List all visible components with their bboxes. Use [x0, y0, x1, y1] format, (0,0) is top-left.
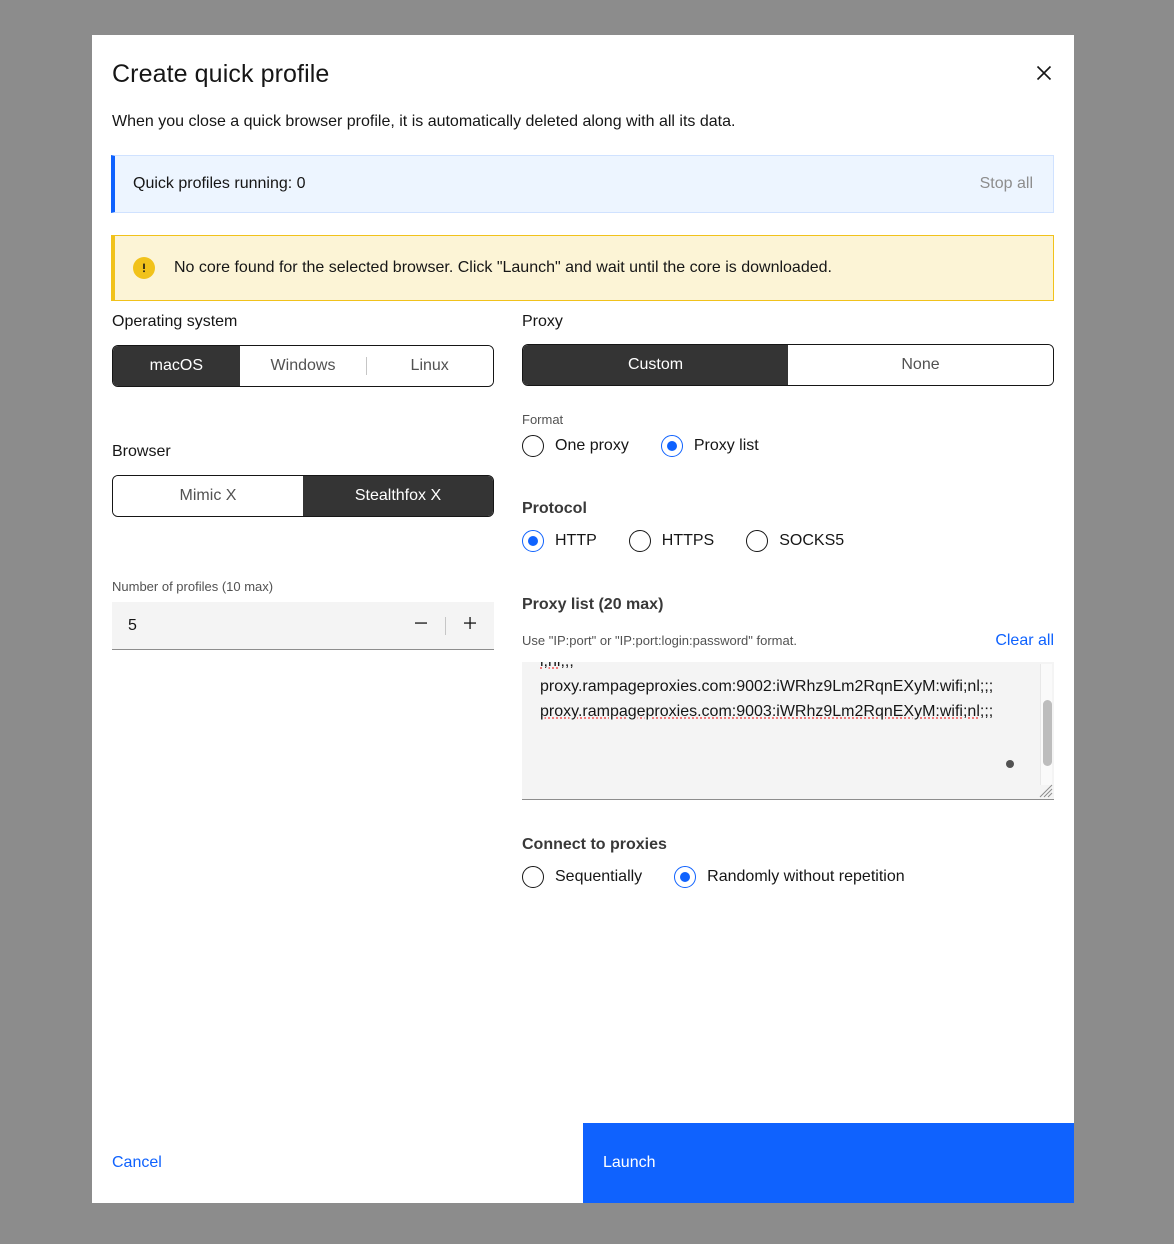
proxy-option-none[interactable]: None: [788, 345, 1053, 385]
protocol-option-http-label: HTTP: [555, 532, 597, 549]
protocol-option-socks5-label: SOCKS5: [779, 532, 845, 549]
clear-all-button[interactable]: Clear all: [995, 632, 1054, 650]
radio-circle-icon: [522, 866, 544, 888]
radio-circle-icon: [628, 530, 651, 552]
os-option-windows[interactable]: Windows: [239, 346, 367, 386]
browser-segmented-control[interactable]: Mimic X Stealthfox X: [112, 475, 494, 517]
right-settings-column: Proxy Custom None Format One proxy Proxy…: [522, 313, 1054, 888]
proxy-list-line: proxy.rampageproxies.com:9002:iWRhz9Lm2R…: [540, 678, 994, 695]
protocol-option-https-label: HTTPS: [661, 532, 715, 549]
no-core-warning-banner: No core found for the selected browser. …: [111, 235, 1054, 301]
operating-system-label: Operating system: [112, 313, 238, 330]
protocol-radio-group[interactable]: HTTP HTTPS SOCKS5: [522, 530, 1054, 552]
os-option-macos[interactable]: macOS: [113, 346, 240, 386]
decrement-button[interactable]: [397, 602, 445, 650]
browser-label: Browser: [112, 443, 171, 460]
protocol-option-socks5[interactable]: SOCKS5: [746, 530, 844, 552]
format-radio-group[interactable]: One proxy Proxy list: [522, 435, 1054, 457]
close-button[interactable]: [1024, 53, 1064, 93]
browser-option-mimic-x[interactable]: Mimic X: [113, 476, 303, 516]
page-title: Create quick profile: [112, 60, 330, 88]
left-settings-column: Operating system macOS Windows Linux Bro…: [112, 313, 494, 650]
connect-option-randomly-label: Randomly without repetition: [707, 868, 905, 885]
stop-all-button[interactable]: Stop all: [980, 175, 1033, 193]
warning-filled-icon: [133, 257, 155, 279]
protocol-label: Protocol: [522, 500, 587, 517]
proxy-list-textarea[interactable]: i;nl;;; proxy.rampageproxies.com:9002:iWR…: [522, 662, 1054, 800]
textarea-scrollbar[interactable]: [1040, 664, 1052, 785]
proxy-list-textarea-content[interactable]: i;nl;;; proxy.rampageproxies.com:9002:iWR…: [540, 662, 1024, 724]
proxy-list-line: i;nl;;;: [540, 662, 574, 670]
cancel-button[interactable]: Cancel: [112, 1123, 603, 1203]
browser-option-stealthfox-x[interactable]: Stealthfox X: [303, 476, 493, 516]
proxy-option-custom[interactable]: Custom: [523, 345, 788, 385]
format-option-proxy-list-label: Proxy list: [693, 437, 759, 454]
proxy-list-line: proxy.rampageproxies.com:9003:iWRhz9Lm2R…: [540, 703, 994, 720]
proxy-list-hint: Use "IP:port" or "IP:port:login:password…: [522, 633, 797, 648]
radio-circle-selected-icon: [522, 530, 544, 552]
proxy-list-label: Proxy list (20 max): [522, 596, 664, 613]
format-label: Format: [522, 412, 564, 427]
connect-option-sequentially[interactable]: Sequentially: [522, 866, 642, 888]
launch-button[interactable]: Launch: [583, 1123, 1074, 1203]
create-quick-profile-dialog: Create quick profile When you close a qu…: [92, 35, 1074, 1203]
minus-icon: [413, 615, 429, 636]
number-of-profiles-label: Number of profiles (10 max): [112, 579, 274, 594]
number-of-profiles-value[interactable]: 5: [112, 617, 397, 635]
proxy-label: Proxy: [522, 313, 563, 330]
close-icon: [1035, 64, 1053, 82]
radio-circle-icon: [522, 435, 544, 457]
radio-circle-selected-icon: [674, 866, 697, 888]
connect-option-randomly[interactable]: Randomly without repetition: [674, 866, 905, 888]
format-option-proxy-list[interactable]: Proxy list: [660, 435, 759, 457]
protocol-option-http[interactable]: HTTP: [522, 530, 597, 552]
dialog-description: When you close a quick browser profile, …: [112, 113, 736, 130]
os-option-linux[interactable]: Linux: [366, 346, 493, 386]
number-of-profiles-stepper[interactable]: 5: [112, 602, 494, 650]
textarea-scrollbar-thumb[interactable]: [1043, 700, 1052, 766]
connect-option-sequentially-label: Sequentially: [555, 868, 643, 885]
resize-grip-icon[interactable]: [1039, 784, 1053, 798]
quick-profiles-running-text: Quick profiles running: 0: [133, 175, 306, 192]
protocol-option-https[interactable]: HTTPS: [628, 530, 715, 552]
plus-icon: [462, 615, 478, 636]
proxy-list-header: Use "IP:port" or "IP:port:login:password…: [522, 632, 1054, 650]
format-option-one-proxy-label: One proxy: [555, 437, 629, 454]
no-core-warning-text: No core found for the selected browser. …: [174, 259, 832, 276]
format-option-one-proxy[interactable]: One proxy: [522, 435, 629, 457]
operating-system-segmented-control[interactable]: macOS Windows Linux: [112, 345, 494, 387]
increment-button[interactable]: [446, 602, 494, 650]
radio-circle-icon: [746, 530, 769, 552]
connect-to-proxies-radio-group[interactable]: Sequentially Randomly without repetition: [522, 866, 1054, 888]
text-cursor-indicator: [1006, 760, 1014, 768]
proxy-segmented-control[interactable]: Custom None: [522, 344, 1054, 386]
quick-profiles-running-banner: Quick profiles running: 0 Stop all: [111, 155, 1054, 213]
connect-to-proxies-label: Connect to proxies: [522, 836, 667, 853]
radio-circle-selected-icon: [660, 435, 683, 457]
